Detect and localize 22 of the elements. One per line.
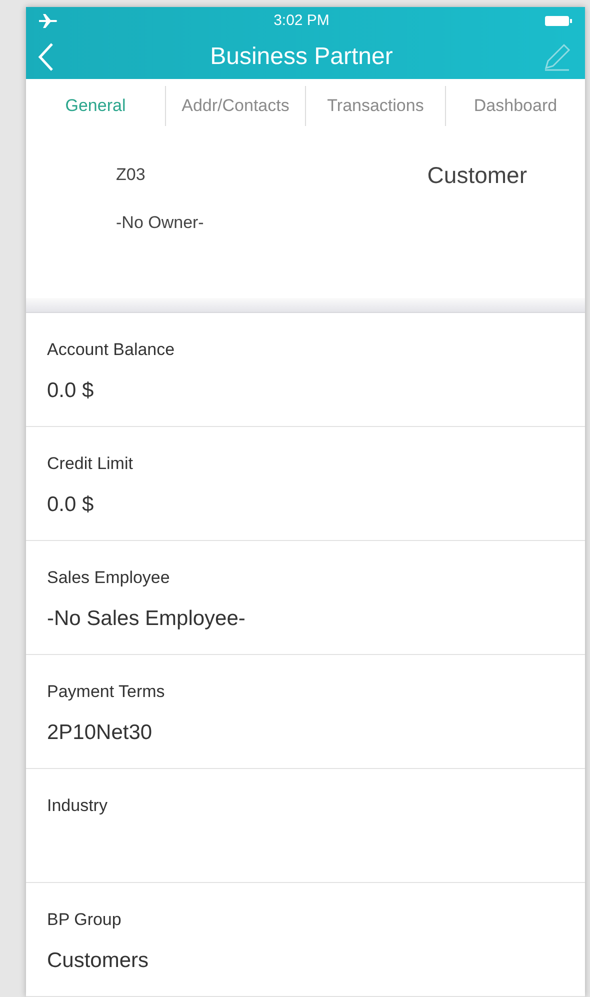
field-value: 2P10Net30 bbox=[47, 720, 154, 746]
field-label: Payment Terms bbox=[47, 681, 166, 703]
tab[interactable]: Transactions bbox=[305, 86, 445, 126]
field-label: Sales Employee bbox=[47, 567, 171, 589]
tab[interactable]: General bbox=[26, 86, 165, 126]
battery-icon bbox=[545, 15, 573, 27]
field-value: 0.0 $ bbox=[47, 378, 95, 404]
partner-type: Customer bbox=[427, 161, 527, 190]
field-value: 0.0 $ bbox=[47, 492, 95, 518]
field-value: Customers bbox=[47, 948, 150, 974]
airplane-icon bbox=[38, 13, 58, 29]
field-label: BP Group bbox=[47, 909, 122, 931]
tab[interactable]: Dashboard bbox=[445, 86, 585, 126]
tab[interactable]: Addr/Contacts bbox=[165, 86, 305, 126]
page-title: Business Partner bbox=[210, 42, 393, 72]
owner-text: -No Owner- bbox=[116, 212, 204, 234]
field-label: Industry bbox=[47, 795, 108, 817]
field-value: -No Sales Employee- bbox=[47, 606, 246, 632]
field-label: Credit Limit bbox=[47, 453, 134, 475]
status-time: 3:02 PM bbox=[274, 10, 330, 31]
field-label: Account Balance bbox=[47, 339, 176, 361]
partner-code: Z03 bbox=[116, 164, 146, 186]
